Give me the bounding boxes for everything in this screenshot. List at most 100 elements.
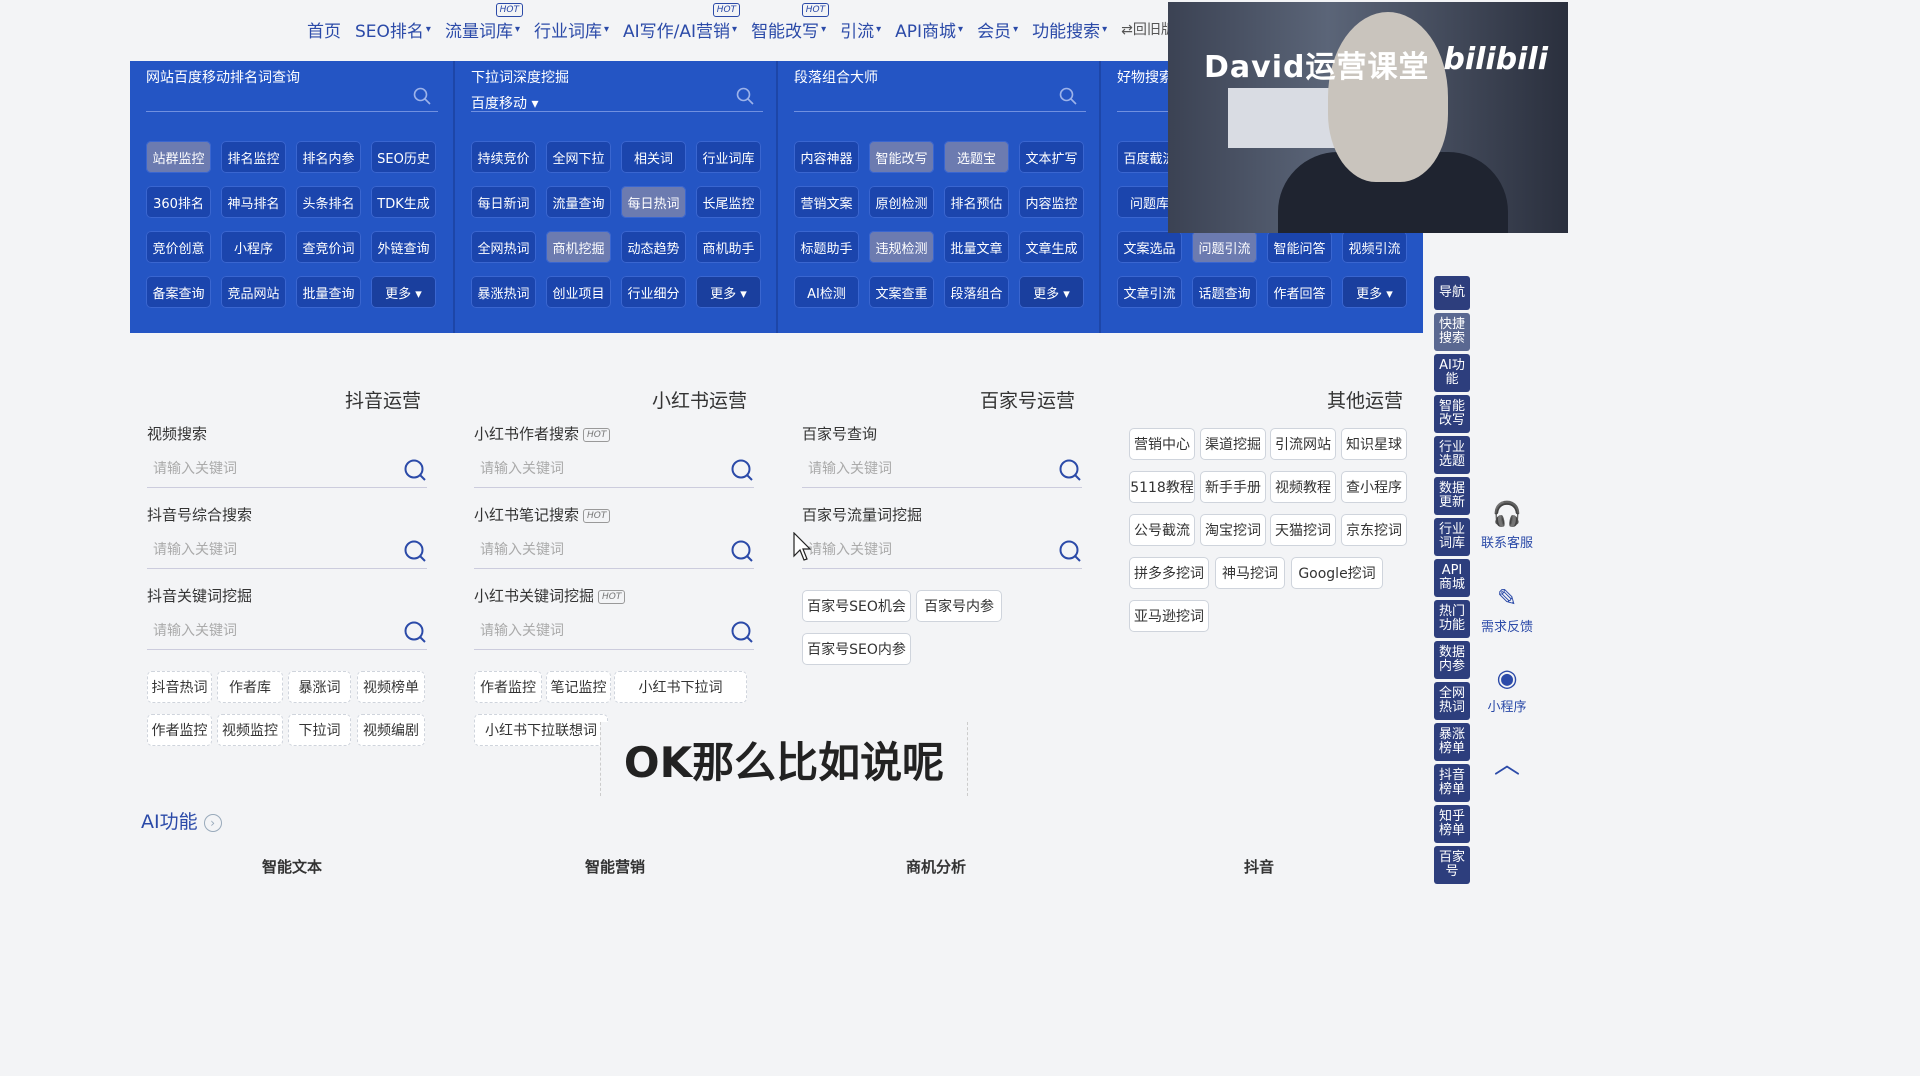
- nav-item-9[interactable]: 功能搜索 ▾: [1025, 0, 1114, 58]
- sidebar-nav-item[interactable]: 百家号: [1434, 846, 1470, 884]
- tool-search-input[interactable]: [471, 111, 763, 112]
- search-icon[interactable]: [1058, 539, 1082, 563]
- tool-button[interactable]: 视频引流: [1342, 231, 1407, 263]
- tool-button[interactable]: 原创检测: [869, 186, 934, 218]
- tool-button[interactable]: 全网下拉: [546, 141, 611, 173]
- link-chip[interactable]: 抖音热词: [147, 671, 212, 703]
- tool-button[interactable]: 营销文案: [794, 186, 859, 218]
- link-chip[interactable]: Google挖词: [1291, 557, 1383, 589]
- tool-button[interactable]: 相关词: [621, 141, 686, 173]
- tool-button[interactable]: 排名内参: [296, 141, 361, 173]
- link-chip[interactable]: 神马挖词: [1215, 557, 1285, 589]
- tool-button[interactable]: 作者回答: [1267, 276, 1332, 308]
- tool-button[interactable]: 问题引流: [1192, 231, 1257, 263]
- tool-button[interactable]: 文案查重: [869, 276, 934, 308]
- tool-button[interactable]: 行业细分: [621, 276, 686, 308]
- mini-program-button[interactable]: ◉ 小程序: [1472, 664, 1542, 715]
- more-button[interactable]: 更多 ▾: [371, 276, 436, 308]
- tool-button[interactable]: 备案查询: [146, 276, 211, 308]
- link-chip[interactable]: 营销中心: [1129, 428, 1195, 460]
- tool-button[interactable]: 长尾监控: [696, 186, 761, 218]
- sidebar-nav-item[interactable]: AI功能: [1434, 354, 1470, 392]
- tool-button[interactable]: 内容监控: [1019, 186, 1084, 218]
- tool-button[interactable]: 选题宝: [944, 141, 1009, 173]
- search-icon[interactable]: [413, 87, 431, 105]
- tool-button[interactable]: 排名预估: [944, 186, 1009, 218]
- link-chip[interactable]: 引流网站: [1270, 428, 1336, 460]
- tool-button[interactable]: 每日新词: [471, 186, 536, 218]
- engine-select[interactable]: 百度移动 ▾: [471, 93, 538, 113]
- tool-button[interactable]: 文案选品: [1117, 231, 1182, 263]
- link-chip[interactable]: 笔记监控: [546, 671, 611, 703]
- search-icon[interactable]: [730, 539, 754, 563]
- keyword-input[interactable]: [147, 616, 377, 646]
- nav-item-8[interactable]: 会员 ▾: [970, 0, 1025, 58]
- tool-button[interactable]: 站群监控: [146, 141, 211, 173]
- search-icon[interactable]: [730, 458, 754, 482]
- tool-button[interactable]: 持续竞价: [471, 141, 536, 173]
- tool-button[interactable]: 360排名: [146, 186, 211, 218]
- more-button[interactable]: 更多 ▾: [1019, 276, 1084, 308]
- keyword-input[interactable]: [802, 535, 1032, 565]
- ai-tab[interactable]: 商机分析: [906, 856, 966, 877]
- tool-button[interactable]: 内容神器: [794, 141, 859, 173]
- tool-button[interactable]: 商机助手: [696, 231, 761, 263]
- ai-tab[interactable]: 智能营销: [585, 856, 645, 877]
- link-chip[interactable]: 下拉词: [288, 714, 351, 746]
- search-icon[interactable]: [730, 620, 754, 644]
- keyword-input[interactable]: [474, 454, 704, 484]
- nav-item-4[interactable]: AI写作/AI营销 ▾ HOT: [616, 0, 744, 58]
- link-chip[interactable]: 视频榜单: [357, 671, 425, 703]
- nav-item-0[interactable]: 首页: [300, 0, 348, 58]
- search-icon[interactable]: [1058, 458, 1082, 482]
- tool-button[interactable]: 智能改写: [869, 141, 934, 173]
- link-chip[interactable]: 公号截流: [1129, 514, 1195, 546]
- tool-search-input[interactable]: [146, 111, 438, 112]
- keyword-input[interactable]: [147, 535, 377, 565]
- search-icon[interactable]: [736, 87, 754, 105]
- link-chip[interactable]: 小红书下拉词: [614, 671, 747, 703]
- tool-button[interactable]: 创业项目: [546, 276, 611, 308]
- search-icon[interactable]: [1059, 87, 1077, 105]
- tool-button[interactable]: TDK生成: [371, 186, 436, 218]
- tool-button[interactable]: 竞价创意: [146, 231, 211, 263]
- tool-button[interactable]: 小程序: [221, 231, 286, 263]
- tool-button[interactable]: 话题查询: [1192, 276, 1257, 308]
- tool-button[interactable]: AI检测: [794, 276, 859, 308]
- feedback-button[interactable]: ✎ 需求反馈: [1472, 584, 1542, 635]
- nav-item-7[interactable]: API商城 ▾: [888, 0, 970, 58]
- tool-button[interactable]: 竞品网站: [221, 276, 286, 308]
- tool-button[interactable]: 标题助手: [794, 231, 859, 263]
- link-chip[interactable]: 百家号SEO内参: [802, 633, 911, 665]
- link-chip[interactable]: 作者监控: [474, 671, 542, 703]
- link-chip[interactable]: 百家号内参: [916, 590, 1002, 622]
- tool-button[interactable]: 商机挖掘: [546, 231, 611, 263]
- link-chip[interactable]: 亚马逊挖词: [1129, 600, 1209, 632]
- nav-item-2[interactable]: 流量词库 ▾ HOT: [438, 0, 527, 58]
- link-chip[interactable]: 渠道挖掘: [1200, 428, 1266, 460]
- tool-button[interactable]: 外链查询: [371, 231, 436, 263]
- link-chip[interactable]: 百家号SEO机会: [802, 590, 911, 622]
- sidebar-nav-item[interactable]: 暴涨榜单: [1434, 723, 1470, 761]
- chevron-right-icon[interactable]: ›: [203, 813, 222, 832]
- sidebar-nav-item[interactable]: 快捷搜索: [1434, 313, 1470, 351]
- tool-search-input[interactable]: [794, 111, 1086, 112]
- tool-button[interactable]: 每日热词: [621, 186, 686, 218]
- link-chip[interactable]: 知识星球: [1341, 428, 1407, 460]
- sidebar-nav-item[interactable]: 行业选题: [1434, 436, 1470, 474]
- link-chip[interactable]: 视频教程: [1270, 471, 1336, 503]
- ai-tab[interactable]: 智能文本: [262, 856, 322, 877]
- link-chip[interactable]: 5118教程: [1129, 471, 1195, 503]
- tool-button[interactable]: 批量查询: [296, 276, 361, 308]
- sidebar-nav-item[interactable]: 全网热词: [1434, 682, 1470, 720]
- sidebar-nav-item[interactable]: 数据内参: [1434, 641, 1470, 679]
- tool-button[interactable]: 排名监控: [221, 141, 286, 173]
- tool-button[interactable]: 暴涨热词: [471, 276, 536, 308]
- tool-button[interactable]: 神马排名: [221, 186, 286, 218]
- sidebar-nav-item[interactable]: 热门功能: [1434, 600, 1470, 638]
- sidebar-nav-item[interactable]: 智能改写: [1434, 395, 1470, 433]
- link-chip[interactable]: 小红书下拉联想词: [474, 714, 608, 746]
- tool-button[interactable]: 段落组合: [944, 276, 1009, 308]
- nav-item-3[interactable]: 行业词库 ▾: [527, 0, 616, 58]
- link-chip[interactable]: 暴涨词: [288, 671, 351, 703]
